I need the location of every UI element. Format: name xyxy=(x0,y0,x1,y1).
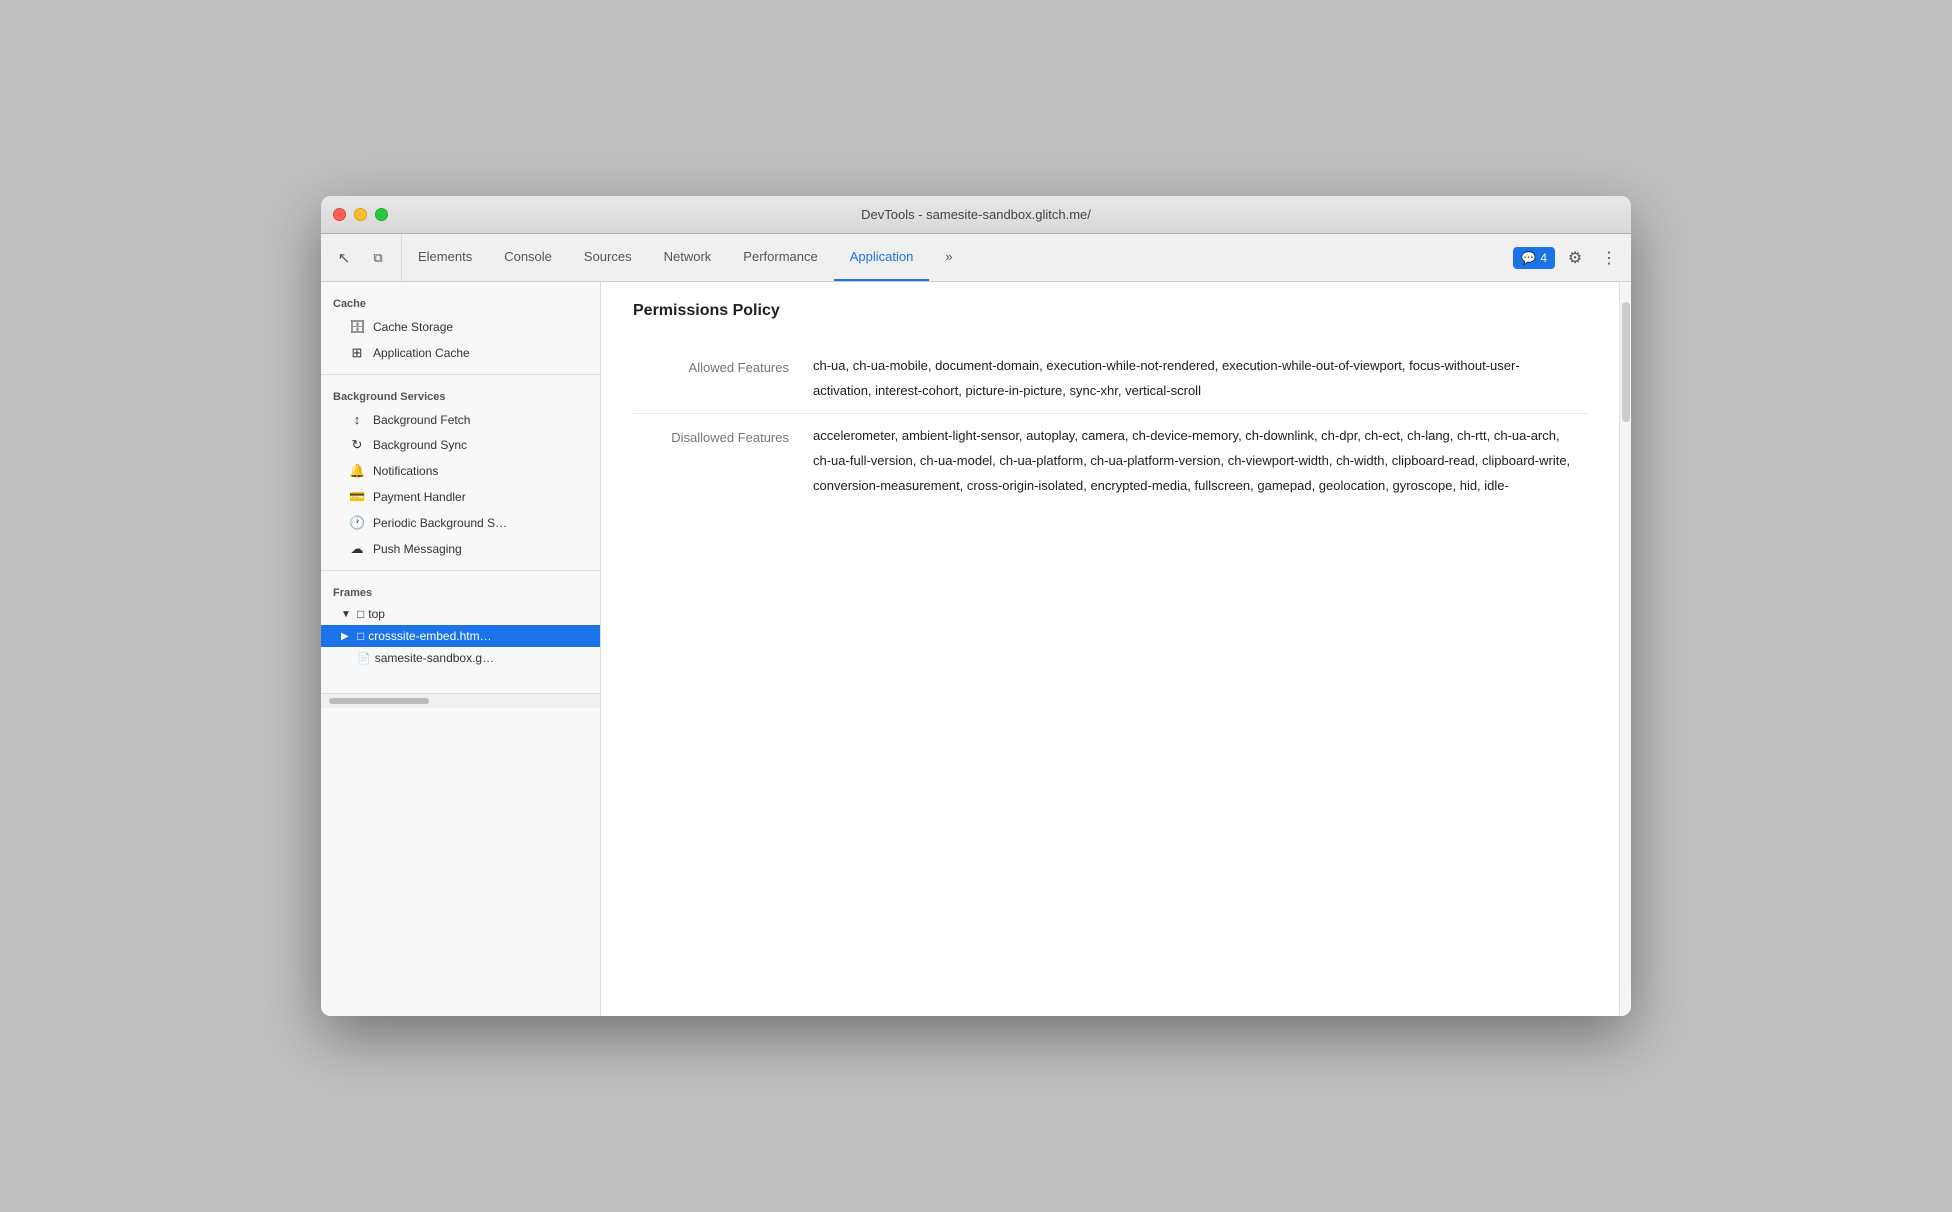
allowed-features-label: Allowed Features xyxy=(633,344,813,414)
panel-title: Permissions Policy xyxy=(633,302,1587,320)
frame-crosssite-label: crosssite-embed.htm… xyxy=(368,629,491,643)
sync-icon: ↻ xyxy=(349,437,365,453)
vertical-scrollbar[interactable] xyxy=(1619,282,1631,1016)
toolbar: ↖ ⧉ Elements Console Sources Network Per… xyxy=(321,234,1631,282)
sidebar-section-frames: Frames xyxy=(321,579,600,603)
tab-application[interactable]: Application xyxy=(834,234,930,281)
folder-icon: □ xyxy=(357,607,364,621)
database-icon: 🗄 xyxy=(349,319,365,335)
more-tabs-button[interactable]: » xyxy=(929,234,968,281)
file-icon: 📄 xyxy=(357,652,371,665)
disallowed-features-row: Disallowed Features accelerometer, ambie… xyxy=(633,414,1587,509)
expand-arrow-icon: ▼ xyxy=(341,609,353,620)
frame-samesite-sandbox[interactable]: 📄 samesite-sandbox.g… xyxy=(321,647,600,669)
device-toggle-icon[interactable]: ⧉ xyxy=(363,243,393,273)
sidebar-item-notifications[interactable]: 🔔 Notifications xyxy=(321,458,600,484)
content-wrapper: Permissions Policy Allowed Features ch-u… xyxy=(601,282,1619,1016)
scrollbar-thumb[interactable] xyxy=(1622,302,1630,422)
content-panel: Permissions Policy Allowed Features ch-u… xyxy=(601,282,1619,1016)
iframe-icon: □ xyxy=(357,629,364,643)
tab-network[interactable]: Network xyxy=(648,234,728,281)
upload-download-icon: ↕ xyxy=(349,412,365,427)
main-content: Cache 🗄 Cache Storage ⊞ Application Cach… xyxy=(321,282,1631,1016)
sidebar-section-background-services: Background Services xyxy=(321,383,600,407)
minimize-button[interactable] xyxy=(354,208,367,221)
sidebar-item-payment-handler[interactable]: 💳 Payment Handler xyxy=(321,484,600,510)
disallowed-features-label: Disallowed Features xyxy=(633,414,813,509)
sidebar-item-application-cache[interactable]: ⊞ Application Cache xyxy=(321,340,600,366)
frames-tree: ▼ □ top ▶ □ crosssite-embed.htm… 📄 sames… xyxy=(321,603,600,669)
expand-arrow-icon: ▶ xyxy=(341,631,353,642)
sidebar-item-cache-storage[interactable]: 🗄 Cache Storage xyxy=(321,314,600,340)
more-options-icon[interactable]: ⋮ xyxy=(1595,244,1623,272)
sidebar-item-label: Background Fetch xyxy=(373,413,470,427)
close-button[interactable] xyxy=(333,208,346,221)
frame-top-label: top xyxy=(368,607,385,621)
tab-performance[interactable]: Performance xyxy=(727,234,833,281)
traffic-lights xyxy=(333,208,388,221)
sidebar-item-label: Background Sync xyxy=(373,438,467,452)
sidebar-item-label: Push Messaging xyxy=(373,542,462,556)
allowed-features-value: ch-ua, ch-ua-mobile, document-domain, ex… xyxy=(813,344,1587,414)
issues-count: 4 xyxy=(1540,251,1547,265)
allowed-features-row: Allowed Features ch-ua, ch-ua-mobile, do… xyxy=(633,344,1587,414)
tab-elements[interactable]: Elements xyxy=(402,234,488,281)
sidebar-divider xyxy=(321,374,600,375)
sidebar-item-label: Payment Handler xyxy=(373,490,466,504)
tab-sources[interactable]: Sources xyxy=(568,234,648,281)
bell-icon: 🔔 xyxy=(349,463,365,479)
sidebar-item-background-sync[interactable]: ↻ Background Sync xyxy=(321,432,600,458)
settings-icon[interactable]: ⚙ xyxy=(1561,244,1589,272)
window-title: DevTools - samesite-sandbox.glitch.me/ xyxy=(861,207,1091,222)
sidebar: Cache 🗄 Cache Storage ⊞ Application Cach… xyxy=(321,282,601,1016)
card-icon: 💳 xyxy=(349,489,365,505)
cursor-icon[interactable]: ↖ xyxy=(329,243,359,273)
toolbar-right: 💬 4 ⚙ ⋮ xyxy=(1505,234,1631,281)
cloud-icon: ☁ xyxy=(349,541,365,557)
sidebar-item-background-fetch[interactable]: ↕ Background Fetch xyxy=(321,407,600,432)
frame-crosssite-embed[interactable]: ▶ □ crosssite-embed.htm… xyxy=(321,625,600,647)
clock-icon: 🕐 xyxy=(349,515,365,531)
sidebar-divider-frames xyxy=(321,570,600,571)
frame-samesite-label: samesite-sandbox.g… xyxy=(375,651,494,665)
sidebar-item-push-messaging[interactable]: ☁ Push Messaging xyxy=(321,536,600,562)
devtools-window: DevTools - samesite-sandbox.glitch.me/ ↖… xyxy=(321,196,1631,1016)
disallowed-features-value: accelerometer, ambient-light-sensor, aut… xyxy=(813,414,1587,509)
issues-badge-button[interactable]: 💬 4 xyxy=(1513,247,1555,269)
sidebar-item-label: Periodic Background S… xyxy=(373,516,507,530)
frame-top[interactable]: ▼ □ top xyxy=(321,603,600,625)
toolbar-icons: ↖ ⧉ xyxy=(321,234,402,281)
maximize-button[interactable] xyxy=(375,208,388,221)
tab-bar: Elements Console Sources Network Perform… xyxy=(402,234,1505,281)
issues-icon: 💬 xyxy=(1521,251,1536,265)
grid-icon: ⊞ xyxy=(349,345,365,361)
titlebar: DevTools - samesite-sandbox.glitch.me/ xyxy=(321,196,1631,234)
sidebar-item-periodic-background-sync[interactable]: 🕐 Periodic Background S… xyxy=(321,510,600,536)
permissions-table: Allowed Features ch-ua, ch-ua-mobile, do… xyxy=(633,344,1587,508)
sidebar-item-label: Cache Storage xyxy=(373,320,453,334)
tab-console[interactable]: Console xyxy=(488,234,568,281)
sidebar-section-cache: Cache xyxy=(321,290,600,314)
sidebar-item-label: Notifications xyxy=(373,464,438,478)
sidebar-scrollbar-thumb[interactable] xyxy=(329,698,429,704)
sidebar-item-label: Application Cache xyxy=(373,346,470,360)
